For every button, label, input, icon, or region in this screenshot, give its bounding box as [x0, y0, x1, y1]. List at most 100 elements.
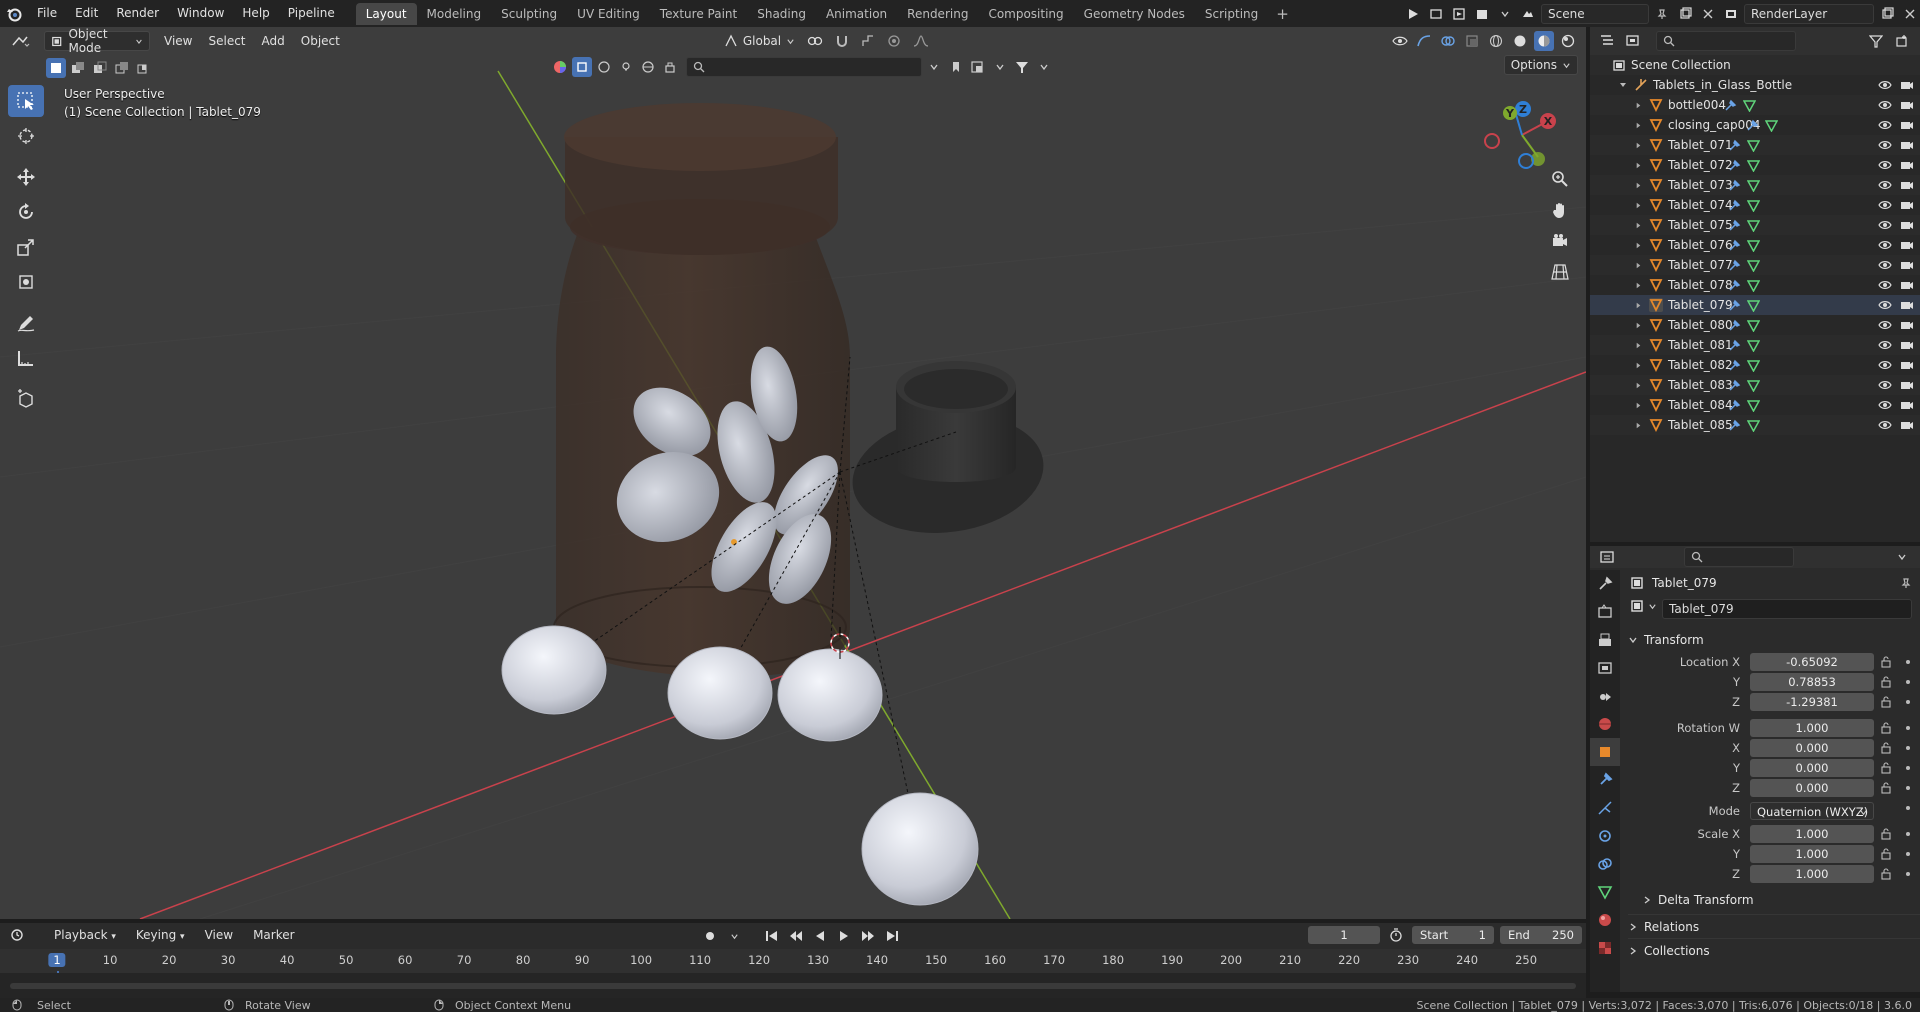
outliner-collection-row[interactable]: Tablets_in_Glass_Bottle	[1590, 75, 1920, 95]
tab-modeling[interactable]: Modeling	[417, 3, 492, 25]
mesh-data-icon[interactable]	[1747, 419, 1760, 432]
filter-light-icon[interactable]	[616, 57, 636, 77]
delete-view-layer-icon[interactable]	[1900, 4, 1920, 24]
camera-icon[interactable]	[1900, 239, 1914, 251]
timeline-scrollbar[interactable]	[10, 983, 1576, 989]
camera-icon[interactable]	[1900, 159, 1914, 171]
mesh-data-icon[interactable]	[1747, 359, 1760, 372]
lock-icon[interactable]	[1880, 828, 1892, 840]
shading-solid-icon[interactable]	[1510, 31, 1530, 51]
scale-x-field[interactable]: 1.000	[1750, 825, 1874, 843]
tab-texture-paint[interactable]: Texture Paint	[650, 3, 747, 25]
tab-geometry-nodes[interactable]: Geometry Nodes	[1074, 3, 1195, 25]
outliner-item[interactable]: Tablet_082	[1590, 355, 1920, 375]
blender-logo-icon[interactable]	[0, 6, 28, 22]
camera-icon[interactable]	[1900, 339, 1914, 351]
collections-section[interactable]: Collections	[1628, 938, 1920, 962]
camera-icon[interactable]	[1900, 99, 1914, 111]
expand-arrow-icon[interactable]	[1634, 161, 1643, 170]
shading-rendered-icon[interactable]	[1558, 31, 1578, 51]
filter-mesh-icon[interactable]	[572, 57, 592, 77]
view-layer-properties-icon[interactable]	[1590, 654, 1620, 682]
expand-arrow-icon[interactable]	[1634, 141, 1643, 150]
camera-icon[interactable]	[1900, 399, 1914, 411]
eye-icon[interactable]	[1878, 339, 1892, 351]
lock-icon[interactable]	[1880, 762, 1892, 774]
eye-icon[interactable]	[1878, 79, 1892, 91]
lock-icon[interactable]	[1880, 656, 1892, 668]
tab-shading[interactable]: Shading	[747, 3, 816, 25]
jump-end-icon[interactable]	[882, 926, 902, 946]
modifier-wrench-icon[interactable]	[1728, 259, 1741, 272]
output-properties-icon[interactable]	[1590, 626, 1620, 654]
render-dropdown-icon[interactable]	[1472, 4, 1492, 24]
camera-icon[interactable]	[1900, 279, 1914, 291]
filter-sphere-icon[interactable]	[594, 57, 614, 77]
outliner-item[interactable]: closing_cap004	[1590, 115, 1920, 135]
transform-tool[interactable]	[8, 266, 44, 298]
mesh-data-icon[interactable]	[1747, 339, 1760, 352]
timeline-editor-icon[interactable]	[8, 925, 28, 945]
filter-world-icon[interactable]	[638, 57, 658, 77]
color-wheel-icon[interactable]	[550, 57, 570, 77]
outliner-item[interactable]: Tablet_072	[1590, 155, 1920, 175]
expand-arrow-icon[interactable]	[1634, 301, 1643, 310]
eye-icon[interactable]	[1878, 319, 1892, 331]
tab-layout[interactable]: Layout	[355, 2, 417, 25]
outliner-item[interactable]: Tablet_075	[1590, 215, 1920, 235]
camera-icon[interactable]	[1900, 319, 1914, 331]
scale-z-field[interactable]: 1.000	[1750, 865, 1874, 883]
rotate-tool[interactable]	[8, 196, 44, 228]
render-animation-icon[interactable]	[1449, 4, 1469, 24]
mesh-data-icon[interactable]	[1747, 159, 1760, 172]
modifier-wrench-icon[interactable]	[1728, 279, 1741, 292]
bookmark-icon[interactable]	[946, 57, 966, 77]
rotation-z-field[interactable]: 0.000	[1750, 779, 1874, 797]
rotation-w-field[interactable]: 1.000	[1750, 719, 1874, 737]
keyframe-dot-icon[interactable]	[1906, 660, 1910, 664]
mesh-data-icon[interactable]	[1747, 319, 1760, 332]
add-workspace-button[interactable]: +	[1268, 5, 1297, 23]
outliner-item[interactable]: Tablet_076	[1590, 235, 1920, 255]
keyframe-dot-icon[interactable]	[1906, 832, 1910, 836]
new-scene-icon[interactable]	[1675, 4, 1695, 24]
location-z-field[interactable]: -1.29381	[1750, 693, 1874, 711]
object-name-field[interactable]: Tablet_079	[1662, 599, 1912, 619]
jump-keyframe-forward-icon[interactable]	[858, 926, 878, 946]
menu-pipeline[interactable]: Pipeline	[279, 0, 344, 27]
falloff-icon[interactable]	[907, 31, 935, 51]
camera-icon[interactable]	[1900, 299, 1914, 311]
menu-edit[interactable]: Edit	[66, 0, 107, 27]
physics-properties-icon[interactable]	[1590, 822, 1620, 850]
jump-start-icon[interactable]	[762, 926, 782, 946]
modifier-wrench-icon[interactable]	[1728, 299, 1741, 312]
expand-arrow-icon[interactable]	[1618, 80, 1628, 90]
render-properties-icon[interactable]	[1590, 598, 1620, 626]
texture-properties-icon[interactable]	[1590, 934, 1620, 962]
pan-hand-icon[interactable]	[1546, 196, 1574, 224]
end-frame-field[interactable]: End 250	[1500, 926, 1582, 944]
modifier-wrench-icon[interactable]	[1728, 139, 1741, 152]
eye-icon[interactable]	[1878, 179, 1892, 191]
scene-icon[interactable]	[1518, 4, 1538, 24]
stopwatch-icon[interactable]	[1386, 925, 1406, 945]
modifier-wrench-icon[interactable]	[1728, 239, 1741, 252]
lock-icon[interactable]	[1880, 868, 1892, 880]
modifier-wrench-icon[interactable]	[1728, 359, 1741, 372]
shading-wireframe-icon[interactable]	[1486, 31, 1506, 51]
eye-icon[interactable]	[1878, 159, 1892, 171]
eye-icon[interactable]	[1878, 399, 1892, 411]
keyframe-dot-icon[interactable]	[1906, 786, 1910, 790]
outliner-item[interactable]: Tablet_079	[1590, 295, 1920, 315]
mesh-data-icon[interactable]	[1747, 299, 1760, 312]
mesh-data-icon[interactable]	[1747, 239, 1760, 252]
expand-arrow-icon[interactable]	[1634, 361, 1643, 370]
eye-icon[interactable]	[1878, 279, 1892, 291]
rotation-x-field[interactable]: 0.000	[1750, 739, 1874, 757]
modifier-wrench-icon[interactable]	[1728, 319, 1741, 332]
modifier-wrench-icon[interactable]	[1728, 199, 1741, 212]
keyframe-dot-icon[interactable]	[1906, 746, 1910, 750]
modifier-wrench-icon[interactable]	[1746, 119, 1759, 132]
menu-add[interactable]: Add	[254, 34, 293, 48]
expand-arrow-icon[interactable]	[1634, 201, 1643, 210]
